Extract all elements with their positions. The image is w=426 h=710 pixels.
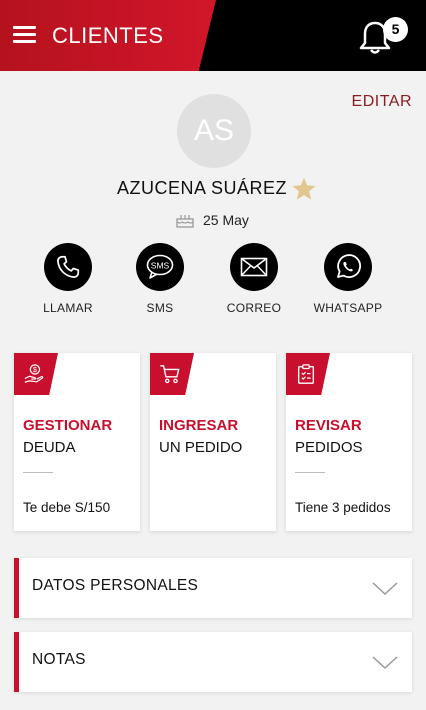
edit-button[interactable]: EDITAR: [352, 93, 412, 111]
card-subtitle: PEDIDOS: [295, 439, 363, 456]
card-title: INGRESAR: [159, 417, 239, 434]
call-button[interactable]: LLAMAR: [18, 243, 118, 315]
notes-section[interactable]: NOTAS: [14, 632, 412, 692]
card-title: REVISAR: [295, 417, 362, 434]
email-label: CORREO: [226, 301, 282, 315]
notification-badge: 5: [383, 17, 408, 42]
svg-text:SMS: SMS: [151, 261, 170, 271]
card-subtitle: DEUDA: [23, 439, 76, 456]
whatsapp-label: WHATSAPP: [313, 301, 383, 315]
birthday-row: 25 May: [175, 210, 249, 230]
client-name: AZUCENA SUÁREZ: [116, 178, 288, 198]
chevron-down-icon[interactable]: [372, 582, 398, 596]
star-icon[interactable]: [290, 176, 318, 202]
phone-icon: [57, 255, 80, 278]
card-footer: Te debe S/150: [23, 500, 111, 515]
avatar: AS: [177, 94, 251, 168]
whatsapp-icon: [337, 254, 361, 278]
review-orders-card[interactable]: REVISAR PEDIDOS Tiene 3 pedidos: [286, 353, 412, 531]
call-label: LLAMAR: [43, 301, 93, 315]
sms-icon: SMS: [146, 254, 174, 279]
email-button[interactable]: CORREO: [204, 243, 304, 315]
card-title: GESTIONAR: [23, 417, 113, 434]
clipboard-icon: [297, 364, 315, 384]
page-title: CLIENTES: [52, 23, 164, 48]
new-order-card[interactable]: INGRESAR UN PEDIDO: [150, 353, 276, 531]
cart-icon: [160, 365, 180, 384]
card-subtitle: UN PEDIDO: [159, 439, 243, 456]
chevron-down-icon[interactable]: [372, 656, 398, 670]
menu-icon[interactable]: [13, 26, 36, 44]
personal-data-section[interactable]: DATOS PERSONALES: [14, 558, 412, 618]
money-hand-icon: $: [24, 364, 44, 383]
section-title: DATOS PERSONALES: [32, 577, 199, 594]
whatsapp-button[interactable]: WHATSAPP: [298, 243, 398, 315]
cake-icon: [176, 215, 194, 228]
birthday-date: 25 May: [203, 212, 249, 228]
app-header: CLIENTES 5: [0, 0, 426, 71]
svg-text:$: $: [33, 365, 37, 374]
mail-icon: [240, 257, 268, 277]
card-footer: Tiene 3 pedidos: [295, 500, 391, 515]
sms-label: SMS: [146, 301, 174, 315]
section-title: NOTAS: [32, 651, 86, 668]
manage-debt-card[interactable]: $ GESTIONAR DEUDA Te debe S/150: [14, 353, 140, 531]
sms-button[interactable]: SMS SMS: [110, 243, 210, 315]
